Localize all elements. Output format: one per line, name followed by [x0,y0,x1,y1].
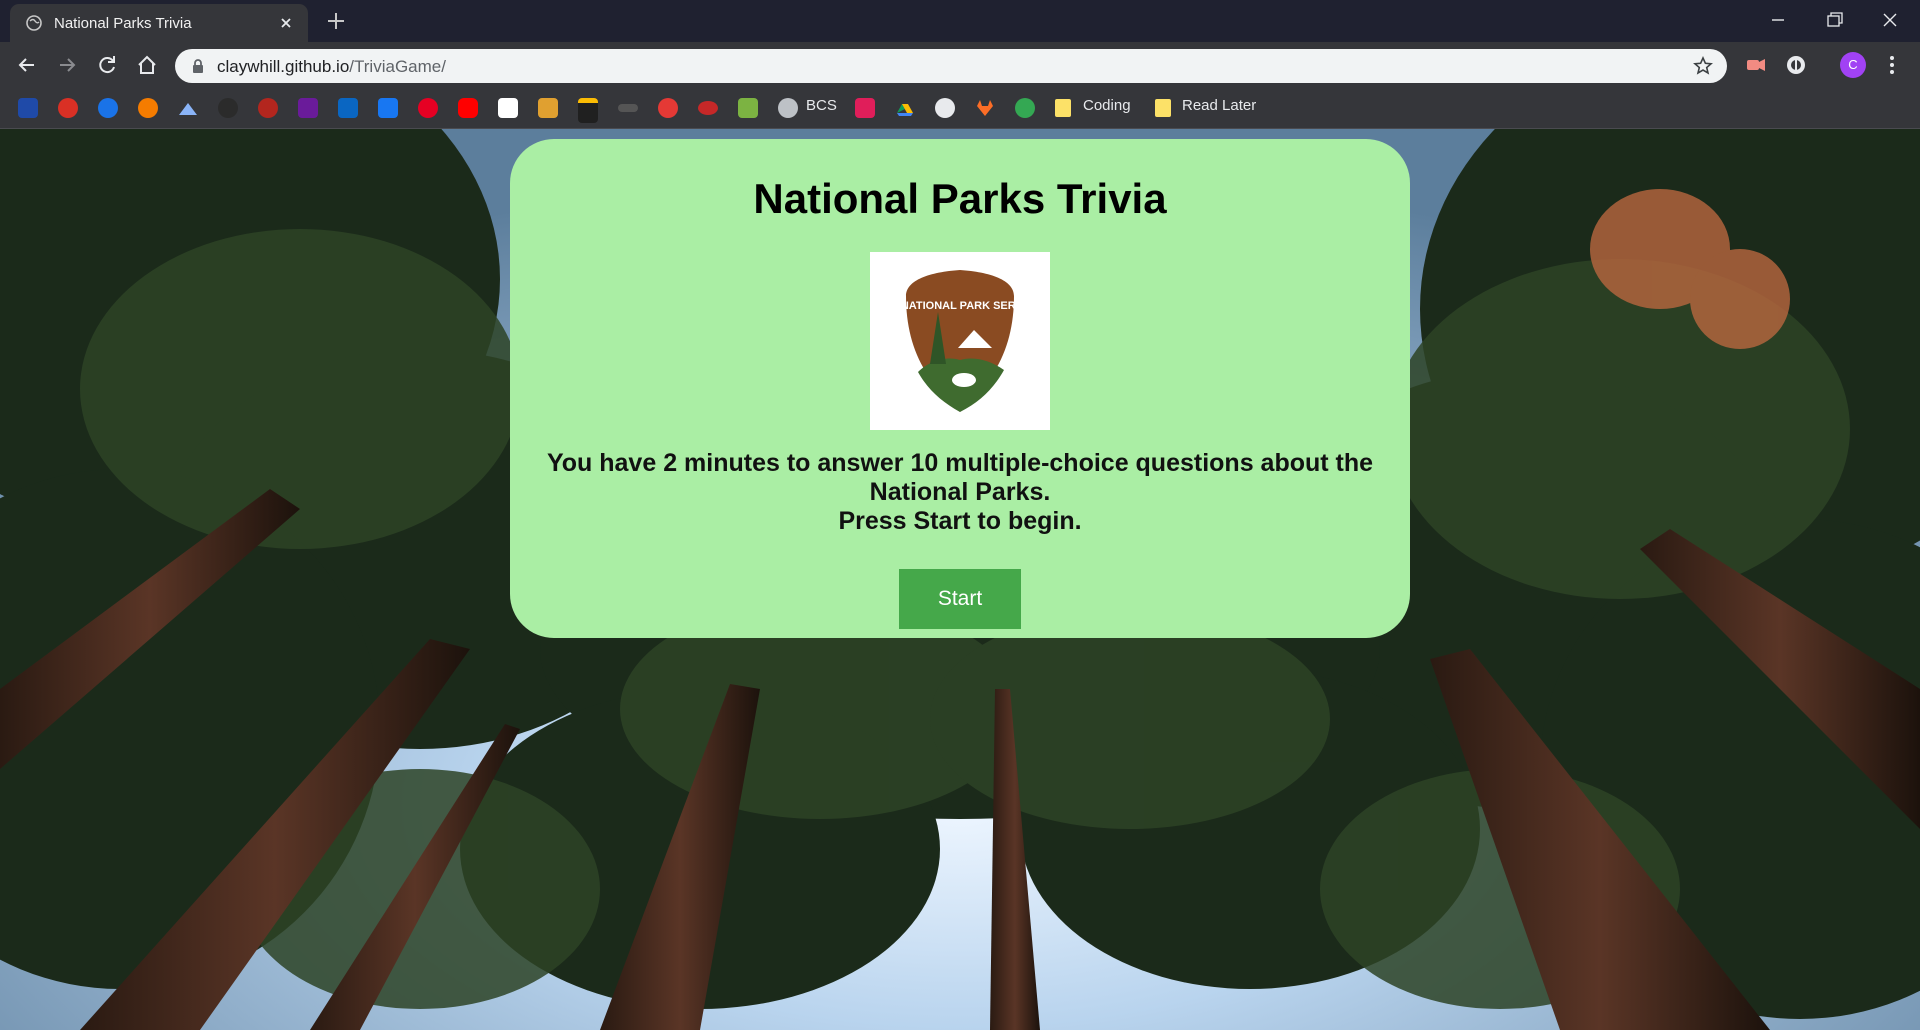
page-content: National Parks Trivia NATIONAL PARK SERV… [0,129,1920,1030]
extension-icon[interactable] [1744,53,1768,77]
browser-toolbar: claywhill.github.io/TriviaGame/ C [0,42,1920,87]
instructions-line: Press Start to begin. [838,507,1082,535]
usa-icon[interactable] [18,98,38,118]
folder-icon[interactable] [1055,99,1071,117]
pinterest-icon[interactable] [418,98,438,118]
shield-icon[interactable] [98,98,118,118]
nps-logo: NATIONAL PARK SERVICE [870,252,1050,430]
envelope-icon[interactable] [298,98,318,118]
page-title: National Parks Trivia [753,175,1167,222]
tab-strip: National Parks Trivia [0,0,1920,42]
forward-icon[interactable] [54,52,80,78]
linkedin-icon[interactable] [338,98,358,118]
bookmarks-bar: BCS Coding Read Later [0,87,1920,129]
url-path: /TriviaGame/ [349,57,446,76]
instructions-line: You have 2 minutes to answer 10 multiple… [546,449,1374,477]
window-close-icon[interactable] [1872,6,1908,34]
lock-icon[interactable] [191,58,205,74]
cube-icon[interactable] [1015,98,1035,118]
tab-title: National Parks Trivia [54,15,192,32]
close-icon[interactable] [278,15,294,31]
reload-icon[interactable] [94,52,120,78]
u-icon[interactable] [698,101,718,115]
money-icon[interactable] [738,98,758,118]
slack-icon[interactable] [855,98,875,118]
globe-icon [26,15,42,31]
suitcase-icon[interactable] [578,98,598,123]
facebook-icon[interactable] [378,98,398,118]
camera-icon[interactable] [258,98,278,118]
gitlab-icon[interactable] [975,98,995,118]
new-tab-icon[interactable] [325,10,347,32]
drive-icon[interactable] [895,98,915,118]
bookmark-star-icon[interactable] [1693,56,1713,76]
dark-circle-icon[interactable] [218,98,238,118]
url-host: claywhill.github.io [217,57,350,76]
flash-icon[interactable] [658,98,678,118]
amazon-icon[interactable] [498,98,518,118]
url-text: claywhill.github.io/TriviaGame/ [217,57,446,77]
profile-avatar[interactable]: C [1840,52,1866,78]
target-icon[interactable] [58,98,78,118]
start-button[interactable]: Start [899,569,1021,629]
orange-dot-icon[interactable] [138,98,158,118]
restore-icon[interactable] [1816,6,1852,34]
tab-active[interactable]: National Parks Trivia [10,4,308,42]
minimize-icon[interactable] [1760,6,1796,34]
back-icon[interactable] [14,52,40,78]
bookmark-coding[interactable]: Coding [1083,97,1131,114]
bookmark-bcs[interactable]: BCS [806,97,837,114]
intro-card: National Parks Trivia NATIONAL PARK SERV… [510,139,1410,638]
mountain-icon[interactable] [178,98,198,118]
arrowhead-icon: NATIONAL PARK SERVICE [901,270,1041,412]
github-icon[interactable] [935,98,955,118]
instructions-text: You have 2 minutes to answer 10 multiple… [540,449,1380,536]
menu-dots-icon[interactable] [1880,53,1904,77]
logo-text: NATIONAL PARK SERVICE [901,300,1041,312]
folder-icon[interactable] [1155,99,1171,117]
address-bar[interactable]: claywhill.github.io/TriviaGame/ [175,49,1727,83]
instructions-line: National Parks. [869,478,1051,506]
home-icon[interactable] [134,52,160,78]
extension-circle-icon[interactable] [1784,53,1808,77]
globe-icon[interactable] [778,98,798,118]
bookmark-read-later[interactable]: Read Later [1182,97,1256,114]
bar-icon[interactable] [618,104,638,112]
tools-icon[interactable] [538,98,558,118]
youtube-icon[interactable] [458,98,478,118]
